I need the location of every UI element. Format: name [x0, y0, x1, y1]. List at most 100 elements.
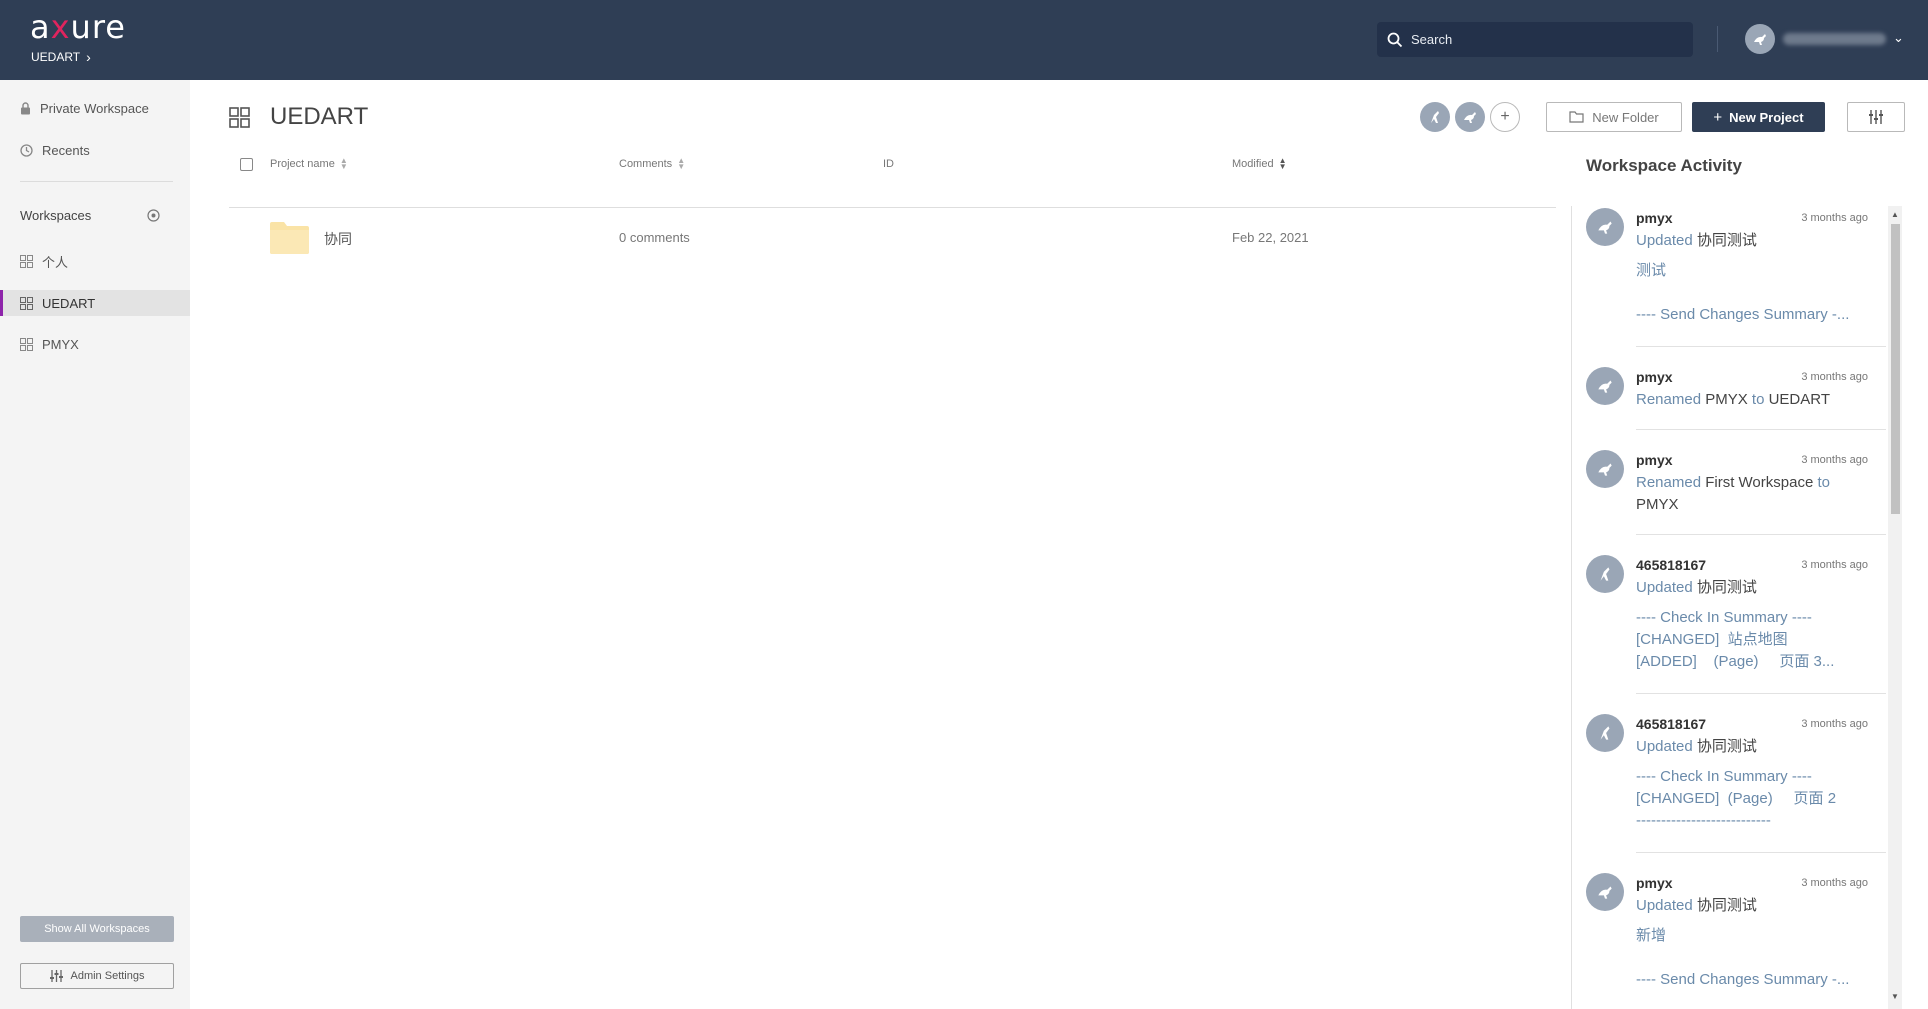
- new-project-label: New Project: [1729, 109, 1804, 125]
- activity-text: Updated 协同测试: [1636, 230, 1856, 252]
- avatar[interactable]: [1586, 873, 1624, 911]
- kangaroo-avatar-icon: [1600, 726, 1610, 740]
- breadcrumb-workspace[interactable]: UEDART: [31, 50, 80, 64]
- sliders-icon: [49, 970, 63, 982]
- activity-time: 3 months ago: [1801, 559, 1868, 571]
- avatar[interactable]: [1586, 450, 1624, 488]
- kangaroo-avatar-icon: [1598, 380, 1612, 393]
- activity-to: to: [1751, 391, 1765, 408]
- column-header-label: ID: [883, 158, 894, 170]
- activity-target[interactable]: 协同测试: [1697, 738, 1757, 755]
- sidebar-item-workspace-1[interactable]: 个人: [0, 248, 190, 274]
- activity-user: pmyx: [1636, 875, 1673, 891]
- workspaces-heading: Workspaces: [20, 208, 160, 223]
- project-name[interactable]: 协同: [324, 229, 352, 249]
- sidebar-item-label: Recents: [42, 142, 90, 158]
- sidebar-item-label: 个人: [42, 254, 69, 270]
- scroll-down-arrow-icon[interactable]: ▼: [1891, 992, 1899, 1001]
- sort-icon: ▲ ▼: [677, 156, 686, 171]
- folder-icon[interactable]: [270, 222, 309, 254]
- activity-divider: [1636, 852, 1886, 853]
- admin-settings-label: Admin Settings: [70, 970, 145, 982]
- sidebar-item-label: Private Workspace: [40, 100, 149, 116]
- sidebar-item-workspace-pmyx[interactable]: PMYX: [0, 331, 190, 357]
- collaborator-avatar[interactable]: [1455, 102, 1485, 132]
- search-input[interactable]: [1411, 32, 1681, 47]
- new-project-button[interactable]: + New Project: [1692, 102, 1825, 132]
- admin-settings-button[interactable]: Admin Settings: [20, 963, 174, 989]
- activity-divider: [1636, 534, 1886, 535]
- grid-icon: [20, 337, 33, 351]
- column-header-id[interactable]: ID: [883, 158, 894, 170]
- new-folder-button[interactable]: New Folder: [1546, 102, 1682, 132]
- kangaroo-avatar-icon: [1598, 886, 1612, 899]
- select-all-checkbox[interactable]: [240, 158, 253, 171]
- sort-icon: ▲ ▼: [339, 156, 348, 171]
- activity-time: 3 months ago: [1801, 212, 1868, 224]
- invite-user-button[interactable]: +: [1490, 102, 1520, 132]
- filter-icon: [1869, 110, 1883, 124]
- avatar[interactable]: [1586, 367, 1624, 405]
- header-divider: [1717, 26, 1718, 52]
- table-divider: [229, 207, 1556, 208]
- activity-target[interactable]: UEDART: [1769, 391, 1830, 408]
- clock-icon: [20, 143, 33, 157]
- collaborator-avatar[interactable]: [1420, 102, 1450, 132]
- activity-time: 3 months ago: [1801, 454, 1868, 466]
- scroll-up-arrow-icon[interactable]: ▲: [1891, 210, 1899, 219]
- activity-text: Renamed First Workspace to PMYX: [1636, 472, 1856, 516]
- column-header-comments[interactable]: Comments ▲ ▼: [619, 156, 686, 171]
- activity-text: Updated 协同测试: [1636, 895, 1856, 917]
- add-workspace-icon[interactable]: [147, 209, 160, 222]
- activity-feed[interactable]: pmyx 3 months ago Updated 协同测试 测试 ---- S…: [1572, 206, 1890, 1009]
- activity-time: 3 months ago: [1801, 371, 1868, 383]
- activity-divider: [1636, 346, 1886, 347]
- avatar[interactable]: [1586, 208, 1624, 246]
- sidebar-divider: [20, 181, 173, 182]
- activity-text: Updated 协同测试: [1636, 577, 1856, 599]
- chevron-right-icon: ›: [86, 49, 91, 65]
- folder-icon: [1569, 111, 1584, 123]
- top-bar: axure UEDART › ⌄: [0, 0, 1928, 80]
- activity-action: Updated: [1636, 897, 1693, 914]
- activity-text: Updated 协同测试: [1636, 736, 1856, 758]
- show-all-workspaces-button[interactable]: Show All Workspaces: [20, 916, 174, 942]
- activity-target[interactable]: 协同测试: [1697, 232, 1757, 249]
- activity-target[interactable]: 协同测试: [1697, 897, 1757, 914]
- new-folder-label: New Folder: [1592, 109, 1659, 125]
- activity-target[interactable]: PMYX: [1636, 496, 1679, 513]
- sidebar-item-recents[interactable]: Recents: [0, 137, 190, 163]
- scrollbar-thumb[interactable]: [1891, 224, 1900, 514]
- activity-action: Updated: [1636, 232, 1693, 249]
- sidebar: Private Workspace Recents Workspaces 个人 …: [0, 80, 190, 1009]
- filter-button[interactable]: [1847, 102, 1905, 132]
- grid-icon: [229, 107, 250, 128]
- project-modified: Feb 22, 2021: [1232, 230, 1309, 245]
- activity-time: 3 months ago: [1801, 718, 1868, 730]
- chevron-down-icon[interactable]: ⌄: [1893, 30, 1904, 46]
- breadcrumb[interactable]: UEDART ›: [31, 49, 91, 65]
- project-comments[interactable]: 0 comments: [619, 230, 690, 245]
- avatar[interactable]: [1586, 555, 1624, 593]
- activity-time: 3 months ago: [1801, 877, 1868, 889]
- user-avatar[interactable]: [1745, 24, 1775, 54]
- kangaroo-avatar-icon: [1464, 112, 1476, 123]
- activity-user: pmyx: [1636, 210, 1673, 226]
- sidebar-item-label: UEDART: [42, 295, 96, 311]
- kangaroo-avatar-icon: [1754, 34, 1766, 45]
- plus-icon: +: [1500, 108, 1510, 125]
- activity-to: to: [1817, 474, 1830, 491]
- column-header-name[interactable]: Project name ▲ ▼: [270, 156, 348, 171]
- sidebar-item-workspace-uedart[interactable]: UEDART: [0, 290, 190, 316]
- workspaces-heading-label: Workspaces: [20, 208, 92, 223]
- column-header-modified[interactable]: Modified ▲ ▼: [1232, 157, 1287, 171]
- search-box[interactable]: [1377, 22, 1693, 57]
- activity-action: Renamed: [1636, 474, 1702, 491]
- activity-detail: ---- Check In Summary ---- [CHANGED] 站点地…: [1636, 609, 1835, 670]
- user-name-redacted[interactable]: [1783, 33, 1886, 45]
- sidebar-item-private-workspace[interactable]: Private Workspace: [0, 95, 190, 121]
- plus-icon: +: [1713, 108, 1723, 126]
- avatar[interactable]: [1586, 714, 1624, 752]
- activity-target[interactable]: 协同测试: [1697, 579, 1757, 596]
- axure-logo[interactable]: axure: [30, 8, 126, 46]
